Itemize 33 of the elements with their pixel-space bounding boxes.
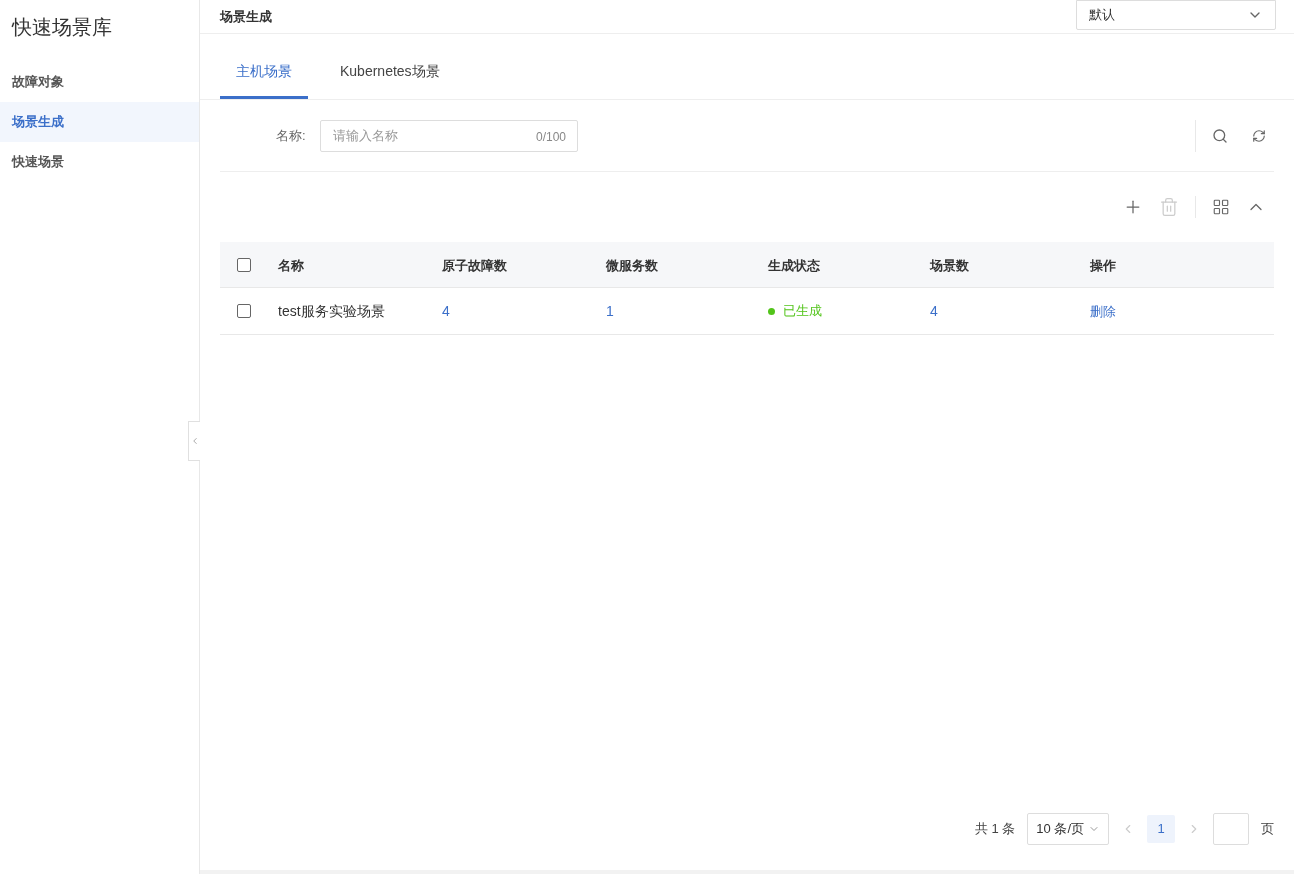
total-count: 共 1 条 xyxy=(974,820,1016,839)
column-header: 操作 xyxy=(1090,257,1116,273)
column-header: 微服务数 xyxy=(606,257,658,273)
sidebar-item[interactable]: 场景生成 xyxy=(0,102,199,142)
column-header: 名称 xyxy=(278,257,304,273)
grid-icon[interactable] xyxy=(1212,198,1230,216)
column-header: 生成状态 xyxy=(768,257,820,273)
table-cell: test服务实验场景 xyxy=(278,302,385,319)
column-header: 场景数 xyxy=(930,257,969,273)
checkbox[interactable] xyxy=(237,257,251,272)
name-label: 名称: xyxy=(276,126,307,145)
sidebar-item[interactable]: 快速场景 xyxy=(0,142,199,182)
page-jump-field[interactable] xyxy=(1213,813,1249,845)
count-link[interactable]: 4 xyxy=(442,302,450,319)
sidebar-title: 快速场景库 xyxy=(10,15,113,40)
delete-link[interactable]: 删除 xyxy=(1090,303,1116,319)
sidebar-item[interactable]: 故障对象 xyxy=(0,62,199,102)
search-icon[interactable] xyxy=(1212,127,1228,144)
page-title: 场景生成 xyxy=(220,7,272,26)
checkbox[interactable] xyxy=(237,304,251,318)
character-counter: 0/100 xyxy=(535,128,566,146)
view-select[interactable]: 默认 xyxy=(1076,0,1276,30)
tab[interactable]: Kubernetes场景 xyxy=(324,47,456,99)
page-size-select[interactable]: 10 条/页 xyxy=(1027,813,1109,845)
status-text: 已生成 xyxy=(783,302,822,321)
page-suffix: 页 xyxy=(1261,820,1274,839)
tab[interactable]: 主机场景 xyxy=(220,47,308,99)
count-link[interactable]: 1 xyxy=(606,302,614,319)
collapse-handle[interactable] xyxy=(188,421,200,461)
count-link[interactable]: 4 xyxy=(930,302,938,319)
page-button[interactable]: 1 xyxy=(1147,815,1175,843)
refresh-icon[interactable] xyxy=(1252,128,1266,143)
column-header: 原子故障数 xyxy=(442,257,507,273)
